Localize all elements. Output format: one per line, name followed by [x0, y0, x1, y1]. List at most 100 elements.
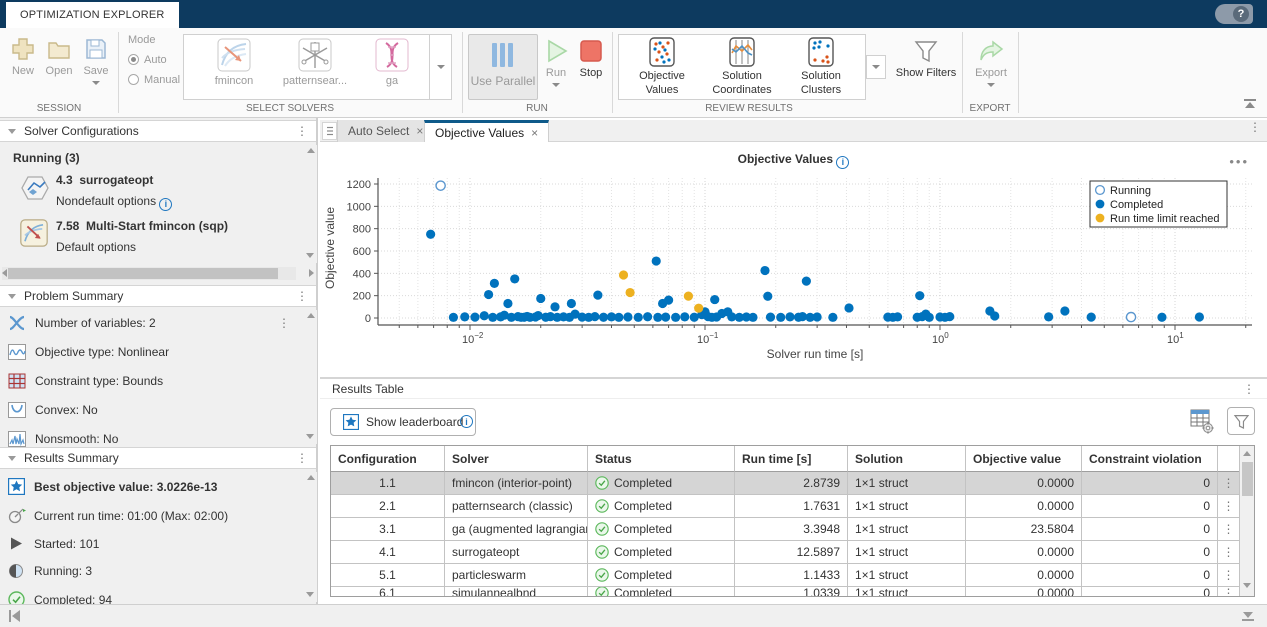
results-table-menu[interactable]: ⋮	[1243, 387, 1255, 391]
table-row[interactable]: 5.1particleswarmCompleted1.14331×1 struc…	[331, 564, 1240, 587]
solver-gallery-dropdown[interactable]	[430, 34, 452, 100]
app-tab[interactable]: OPTIMIZATION EXPLORER	[6, 2, 179, 28]
help-button[interactable]: ?	[1215, 4, 1253, 24]
solver-patternsearch[interactable]: patternsear...	[276, 38, 354, 87]
info-icon[interactable]: i	[836, 156, 849, 169]
table-settings-button[interactable]	[1189, 407, 1215, 438]
row-options-menu[interactable]: ⋮	[1218, 564, 1239, 587]
chart-options-ellipsis[interactable]: •••	[1229, 154, 1249, 169]
show-filters-button[interactable]: Show Filters	[890, 38, 962, 79]
table-filter-button[interactable]	[1227, 407, 1255, 435]
use-parallel-toggle[interactable]: Use Parallel	[468, 34, 538, 100]
results-summary-header[interactable]: Results Summary ⋮	[0, 447, 316, 469]
collapse-triangle-icon[interactable]	[8, 456, 16, 461]
tab-auto-select[interactable]: Auto Select×	[337, 120, 434, 142]
column-header[interactable]: Configuration	[331, 446, 445, 472]
solver-ga[interactable]: ga	[362, 38, 422, 87]
table-cell: 2.8739	[735, 472, 848, 495]
mode-manual-radio[interactable]: Manual	[128, 72, 180, 86]
column-header[interactable]: Solution	[848, 446, 966, 472]
solution-coordinates-button[interactable]: Solution Coordinates	[702, 37, 782, 98]
vertical-scrollbar[interactable]	[304, 145, 317, 263]
column-header[interactable]: Solver	[445, 446, 588, 472]
summary-label: Convex: No	[35, 403, 98, 417]
close-icon[interactable]: ×	[416, 124, 423, 138]
row-options-menu[interactable]: ⋮	[1218, 541, 1239, 564]
new-button[interactable]: New	[8, 36, 38, 77]
objective-values-scatter-chart[interactable]: 02004006008001000120010−210−1100101Solve…	[320, 142, 1267, 377]
list-item[interactable]: 7.58 Multi-Start fmincon (sqp) Default o…	[20, 219, 318, 254]
row-options-menu[interactable]: ⋮	[1218, 518, 1239, 541]
solution-clusters-button[interactable]: Solution Clusters	[786, 37, 856, 98]
tab-objective-values[interactable]: Objective Values×	[424, 120, 549, 142]
fmincon-small-icon	[20, 219, 48, 247]
collapse-ribbon-button[interactable]	[1243, 99, 1257, 113]
table-vertical-scrollbar[interactable]	[1239, 446, 1254, 596]
info-icon[interactable]: i	[159, 198, 172, 211]
review-gallery-dropdown[interactable]	[866, 55, 886, 79]
solver-fmincon[interactable]: fmincon	[196, 38, 272, 87]
save-button[interactable]: Save	[80, 36, 112, 85]
status-completed-icon	[595, 522, 609, 536]
row-options-menu[interactable]: ⋮	[1218, 587, 1239, 597]
horizontal-scrollbar[interactable]	[2, 267, 296, 280]
table-row[interactable]: 4.1surrogateoptCompleted12.58971×1 struc…	[331, 541, 1240, 564]
save-label: Save	[83, 65, 108, 77]
summary-label: Objective type: Nonlinear	[35, 345, 169, 359]
table-cell: 0	[1082, 472, 1218, 495]
nonsmooth-icon	[8, 431, 26, 447]
export-dropdown-arrow[interactable]	[987, 83, 995, 87]
select-solvers-section-label: SELECT SOLVERS	[118, 103, 462, 114]
collapse-bottom-button[interactable]	[1241, 610, 1255, 624]
running-group[interactable]: Running (3)	[0, 143, 318, 165]
problem-summary-menu[interactable]: ⋮	[296, 294, 308, 298]
item-menu[interactable]: ⋮	[278, 321, 290, 325]
row-options-menu[interactable]: ⋮	[1218, 472, 1239, 495]
collapse-triangle-icon[interactable]	[8, 129, 16, 134]
table-row[interactable]: 3.1ga (augmented lagrangian)Completed3.3…	[331, 518, 1240, 541]
vertical-scrollbar[interactable]	[304, 472, 317, 602]
close-icon[interactable]: ×	[531, 126, 538, 140]
table-row[interactable]: 6.1simulannealbndCompleted1.03391×1 stru…	[331, 587, 1240, 597]
status-cell: Completed	[588, 518, 735, 541]
row-options-menu[interactable]: ⋮	[1218, 495, 1239, 518]
table-cell: 23.5804	[966, 518, 1082, 541]
tabstrip-menu[interactable]: ⋮	[1249, 125, 1261, 129]
show-filters-label: Show Filters	[896, 67, 957, 79]
solver-configurations-menu[interactable]: ⋮	[296, 129, 308, 133]
column-header[interactable]: Status	[588, 446, 735, 472]
info-icon[interactable]: i	[460, 415, 473, 428]
problem-summary-header[interactable]: Problem Summary ⋮	[0, 285, 316, 307]
show-leaderboard-button[interactable]: Show leaderboard	[330, 408, 476, 436]
collapse-sidebar-button[interactable]	[8, 610, 21, 625]
list-item[interactable]: 4.3 surrogateopt Nondefault options i	[20, 173, 318, 211]
results-summary-menu[interactable]: ⋮	[296, 456, 308, 460]
collapse-triangle-icon[interactable]	[8, 294, 16, 299]
objective-values-button[interactable]: Objective Values	[626, 37, 698, 98]
scroll-left-arrow[interactable]	[2, 267, 7, 277]
stop-button[interactable]: Stop	[575, 38, 607, 79]
table-cell: 5.1	[331, 564, 445, 587]
vertical-scrollbar[interactable]	[304, 310, 317, 444]
table-row[interactable]: 2.1patternsearch (classic)Completed1.763…	[331, 495, 1240, 518]
table-row[interactable]: 1.1fmincon (interior-point)Completed2.87…	[331, 472, 1240, 495]
run-dropdown-arrow[interactable]	[552, 83, 560, 87]
save-dropdown-arrow[interactable]	[92, 81, 100, 85]
column-header[interactable]: Run time [s]	[735, 446, 848, 472]
tabstrip-handle[interactable]	[322, 122, 337, 140]
open-button[interactable]: Open	[43, 36, 75, 77]
export-arrow-icon	[978, 38, 1004, 64]
column-header[interactable]: Constraint violation	[1082, 446, 1218, 472]
summary-label: Current run time: 01:00 (Max: 02:00)	[34, 509, 228, 523]
table-cell: particleswarm	[445, 564, 588, 587]
scroll-right-arrow[interactable]	[309, 267, 314, 277]
ga-label: ga	[386, 75, 398, 87]
export-button[interactable]: Export	[966, 38, 1016, 87]
run-button[interactable]: Run	[541, 38, 571, 87]
table-cell: 1×1 struct	[848, 495, 966, 518]
column-header[interactable]: Objective value	[966, 446, 1082, 472]
svg-text:800: 800	[353, 224, 371, 236]
app-title: OPTIMIZATION EXPLORER	[20, 9, 165, 21]
mode-auto-radio[interactable]: Auto	[128, 52, 180, 66]
solver-configurations-header[interactable]: Solver Configurations ⋮	[0, 120, 316, 142]
